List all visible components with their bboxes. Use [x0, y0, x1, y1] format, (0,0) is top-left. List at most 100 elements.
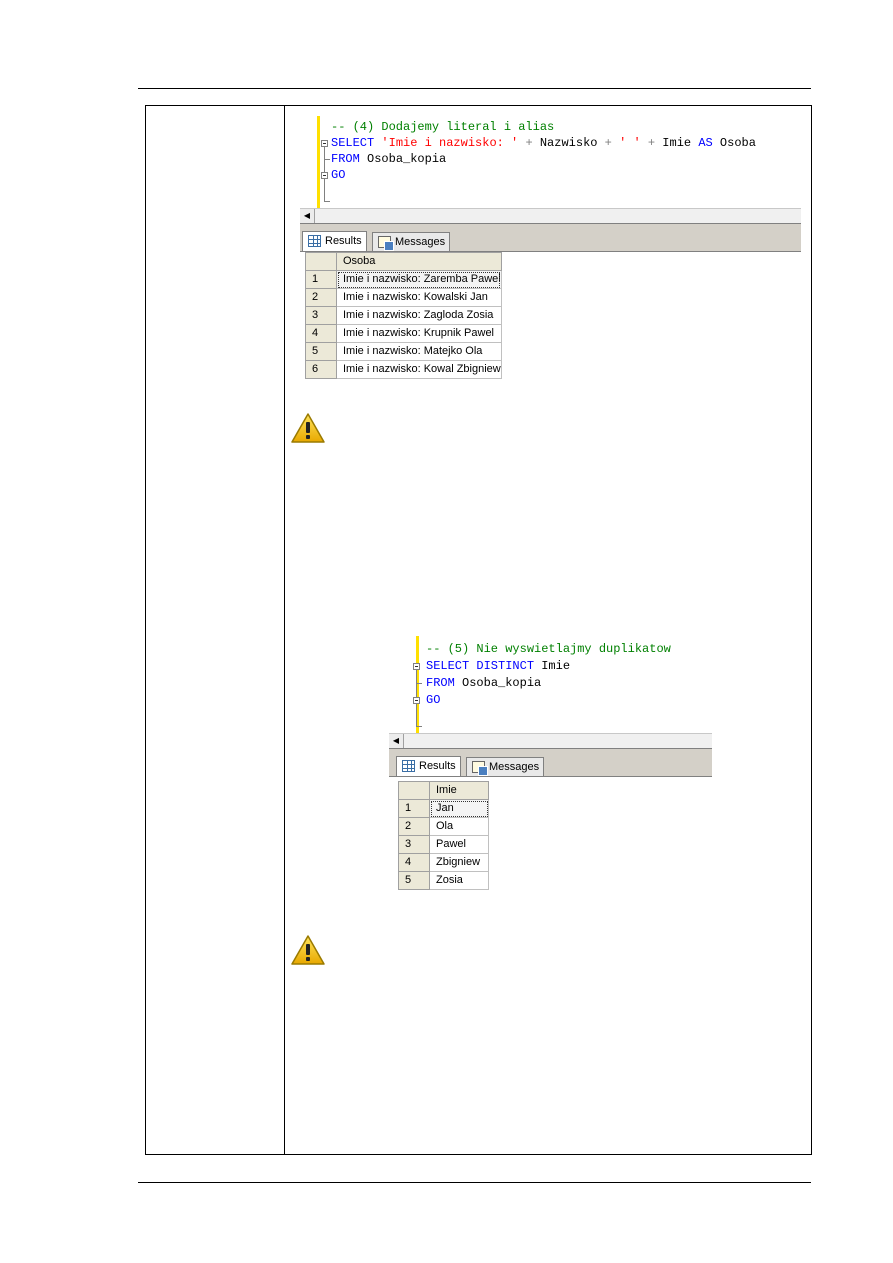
row-number[interactable]: 2	[305, 288, 337, 307]
outline-tick	[416, 683, 422, 684]
messages-icon	[378, 236, 394, 251]
tab-messages-label: Messages	[395, 236, 446, 248]
query-editor[interactable]: -- (4) Dodajemy literal i alias SELECT '…	[300, 116, 801, 208]
code-line-4: GO	[426, 692, 440, 708]
tab-messages[interactable]: Messages	[466, 757, 545, 776]
sql-comment: -- (4) Dodajemy literal i alias	[331, 120, 555, 134]
grid-cell[interactable]: Zosia	[429, 871, 489, 890]
tab-messages-label: Messages	[489, 761, 540, 773]
row-number[interactable]: 4	[398, 853, 430, 872]
column-header[interactable]: Osoba	[336, 252, 502, 271]
tab-results-label: Results	[419, 760, 456, 772]
sql-keyword: FROM	[331, 152, 360, 166]
header-rule	[138, 88, 811, 89]
table-row[interactable]: 2 Imie i nazwisko: Kowalski Jan	[305, 288, 502, 307]
code-line-1: -- (5) Nie wyswietlajmy duplikatow	[426, 641, 671, 657]
outline-tick	[324, 159, 330, 160]
scroll-left-icon[interactable]: ◀	[389, 734, 404, 748]
row-number[interactable]: 2	[398, 817, 430, 836]
sql-identifier: Nazwisko	[539, 136, 598, 150]
collapse-icon[interactable]	[321, 140, 328, 147]
code-line-2: SELECT 'Imie i nazwisko: ' + Nazwisko + …	[331, 135, 756, 151]
table-row[interactable]: 1 Imie i nazwisko: Zaremba Pawel	[305, 270, 502, 289]
row-number[interactable]: 3	[305, 306, 337, 325]
row-number[interactable]: 1	[398, 799, 430, 818]
code-line-3: FROM Osoba_kopia	[426, 675, 541, 691]
sql-identifier: Imie	[662, 136, 692, 150]
table-row[interactable]: 3 Pawel	[398, 835, 489, 854]
warning-icon	[291, 413, 325, 443]
grid-cell[interactable]: Pawel	[429, 835, 489, 854]
sql-operator: +	[604, 136, 612, 150]
table-row[interactable]: 5 Zosia	[398, 871, 489, 890]
tab-results[interactable]: Results	[302, 231, 367, 251]
column-divider	[284, 106, 285, 1154]
results-grid: Osoba 1 Imie i nazwisko: Zaremba Pawel 2I…	[305, 252, 502, 379]
sql-string: 'Imie i nazwisko: '	[381, 136, 519, 150]
table-row[interactable]: 4 Zbigniew	[398, 853, 489, 872]
grid-cell[interactable]: Imie i nazwisko: Krupnik Pawel	[336, 324, 502, 343]
results-tabstrip: Results Messages	[389, 754, 712, 777]
row-number[interactable]: 6	[305, 360, 337, 379]
table-row[interactable]: 6 Imie i nazwisko: Kowal Zbigniew	[305, 360, 502, 379]
sql-identifier: Osoba_kopia	[462, 676, 542, 690]
row-number[interactable]: 5	[398, 871, 430, 890]
sql-keyword: AS	[698, 136, 713, 150]
footer-rule	[138, 1182, 811, 1183]
table-row[interactable]: 3 Imie i nazwisko: Zagloda Zosia	[305, 306, 502, 325]
grid-cell[interactable]: Zbigniew	[429, 853, 489, 872]
outline-tick	[324, 201, 330, 202]
outline-line	[416, 666, 417, 726]
ssms-screenshot-1: -- (4) Dodajemy literal i alias SELECT '…	[300, 116, 801, 384]
grid-cell[interactable]: Imie i nazwisko: Matejko Ola	[336, 342, 502, 361]
tab-messages[interactable]: Messages	[372, 232, 451, 251]
messages-icon	[472, 761, 488, 776]
sql-identifier: Osoba	[719, 136, 756, 150]
code-line-4: GO	[331, 167, 345, 183]
grid-cell[interactable]: Imie i nazwisko: Zagloda Zosia	[336, 306, 502, 325]
tab-results[interactable]: Results	[396, 756, 461, 776]
grid-icon	[308, 235, 321, 247]
code-line-2: SELECT DISTINCT Imie	[426, 658, 570, 674]
tab-results-label: Results	[325, 235, 362, 247]
grid-cell[interactable]: Imie i nazwisko: Kowal Zbigniew	[336, 360, 502, 379]
collapse-icon[interactable]	[321, 172, 328, 179]
collapse-icon[interactable]	[413, 697, 420, 704]
table-row[interactable]: 1 Jan	[398, 799, 489, 818]
grid-cell[interactable]: Jan	[429, 799, 489, 818]
sql-keyword: SELECT	[331, 136, 375, 150]
sql-keyword: GO	[331, 168, 346, 182]
outline-tick	[416, 726, 422, 727]
sql-operator: +	[525, 136, 533, 150]
sql-keyword: GO	[426, 693, 441, 707]
horizontal-scrollbar[interactable]: ◀	[389, 733, 712, 749]
query-editor[interactable]: -- (5) Nie wyswietlajmy duplikatow SELEC…	[389, 636, 712, 733]
sql-keyword: SELECT DISTINCT	[426, 659, 535, 673]
sql-keyword: FROM	[426, 676, 455, 690]
row-number[interactable]: 3	[398, 835, 430, 854]
table-row[interactable]: 5 Imie i nazwisko: Matejko Ola	[305, 342, 502, 361]
row-number[interactable]: 5	[305, 342, 337, 361]
grid-cell[interactable]: Ola	[429, 817, 489, 836]
grid-icon	[402, 760, 415, 772]
sql-identifier: Imie	[541, 659, 571, 673]
grid-corner[interactable]	[398, 781, 430, 800]
table-row[interactable]: 4 Imie i nazwisko: Krupnik Pawel	[305, 324, 502, 343]
results-grid: Imie 1 Jan 2 Ola 3 Pawel 4 Zbigniew 5 Zosia	[398, 781, 489, 890]
grid-cell[interactable]: Imie i nazwisko: Zaremba Pawel	[336, 270, 502, 289]
table-row[interactable]: 2 Ola	[398, 817, 489, 836]
code-line-1: -- (4) Dodajemy literal i alias	[331, 119, 554, 135]
grid-corner[interactable]	[305, 252, 337, 271]
row-number[interactable]: 4	[305, 324, 337, 343]
column-header[interactable]: Imie	[429, 781, 489, 800]
horizontal-scrollbar[interactable]: ◀	[300, 208, 801, 224]
sql-operator: +	[647, 136, 656, 150]
row-number[interactable]: 1	[305, 270, 337, 289]
scroll-left-icon[interactable]: ◀	[300, 209, 315, 223]
grid-cell[interactable]: Imie i nazwisko: Kowalski Jan	[336, 288, 502, 307]
warning-icon	[291, 935, 325, 965]
ssms-screenshot-2: -- (5) Nie wyswietlajmy duplikatow SELEC…	[389, 636, 712, 903]
sql-identifier: Osoba_kopia	[367, 152, 447, 166]
collapse-icon[interactable]	[413, 663, 420, 670]
sql-comment: -- (5) Nie wyswietlajmy duplikatow	[426, 642, 671, 656]
